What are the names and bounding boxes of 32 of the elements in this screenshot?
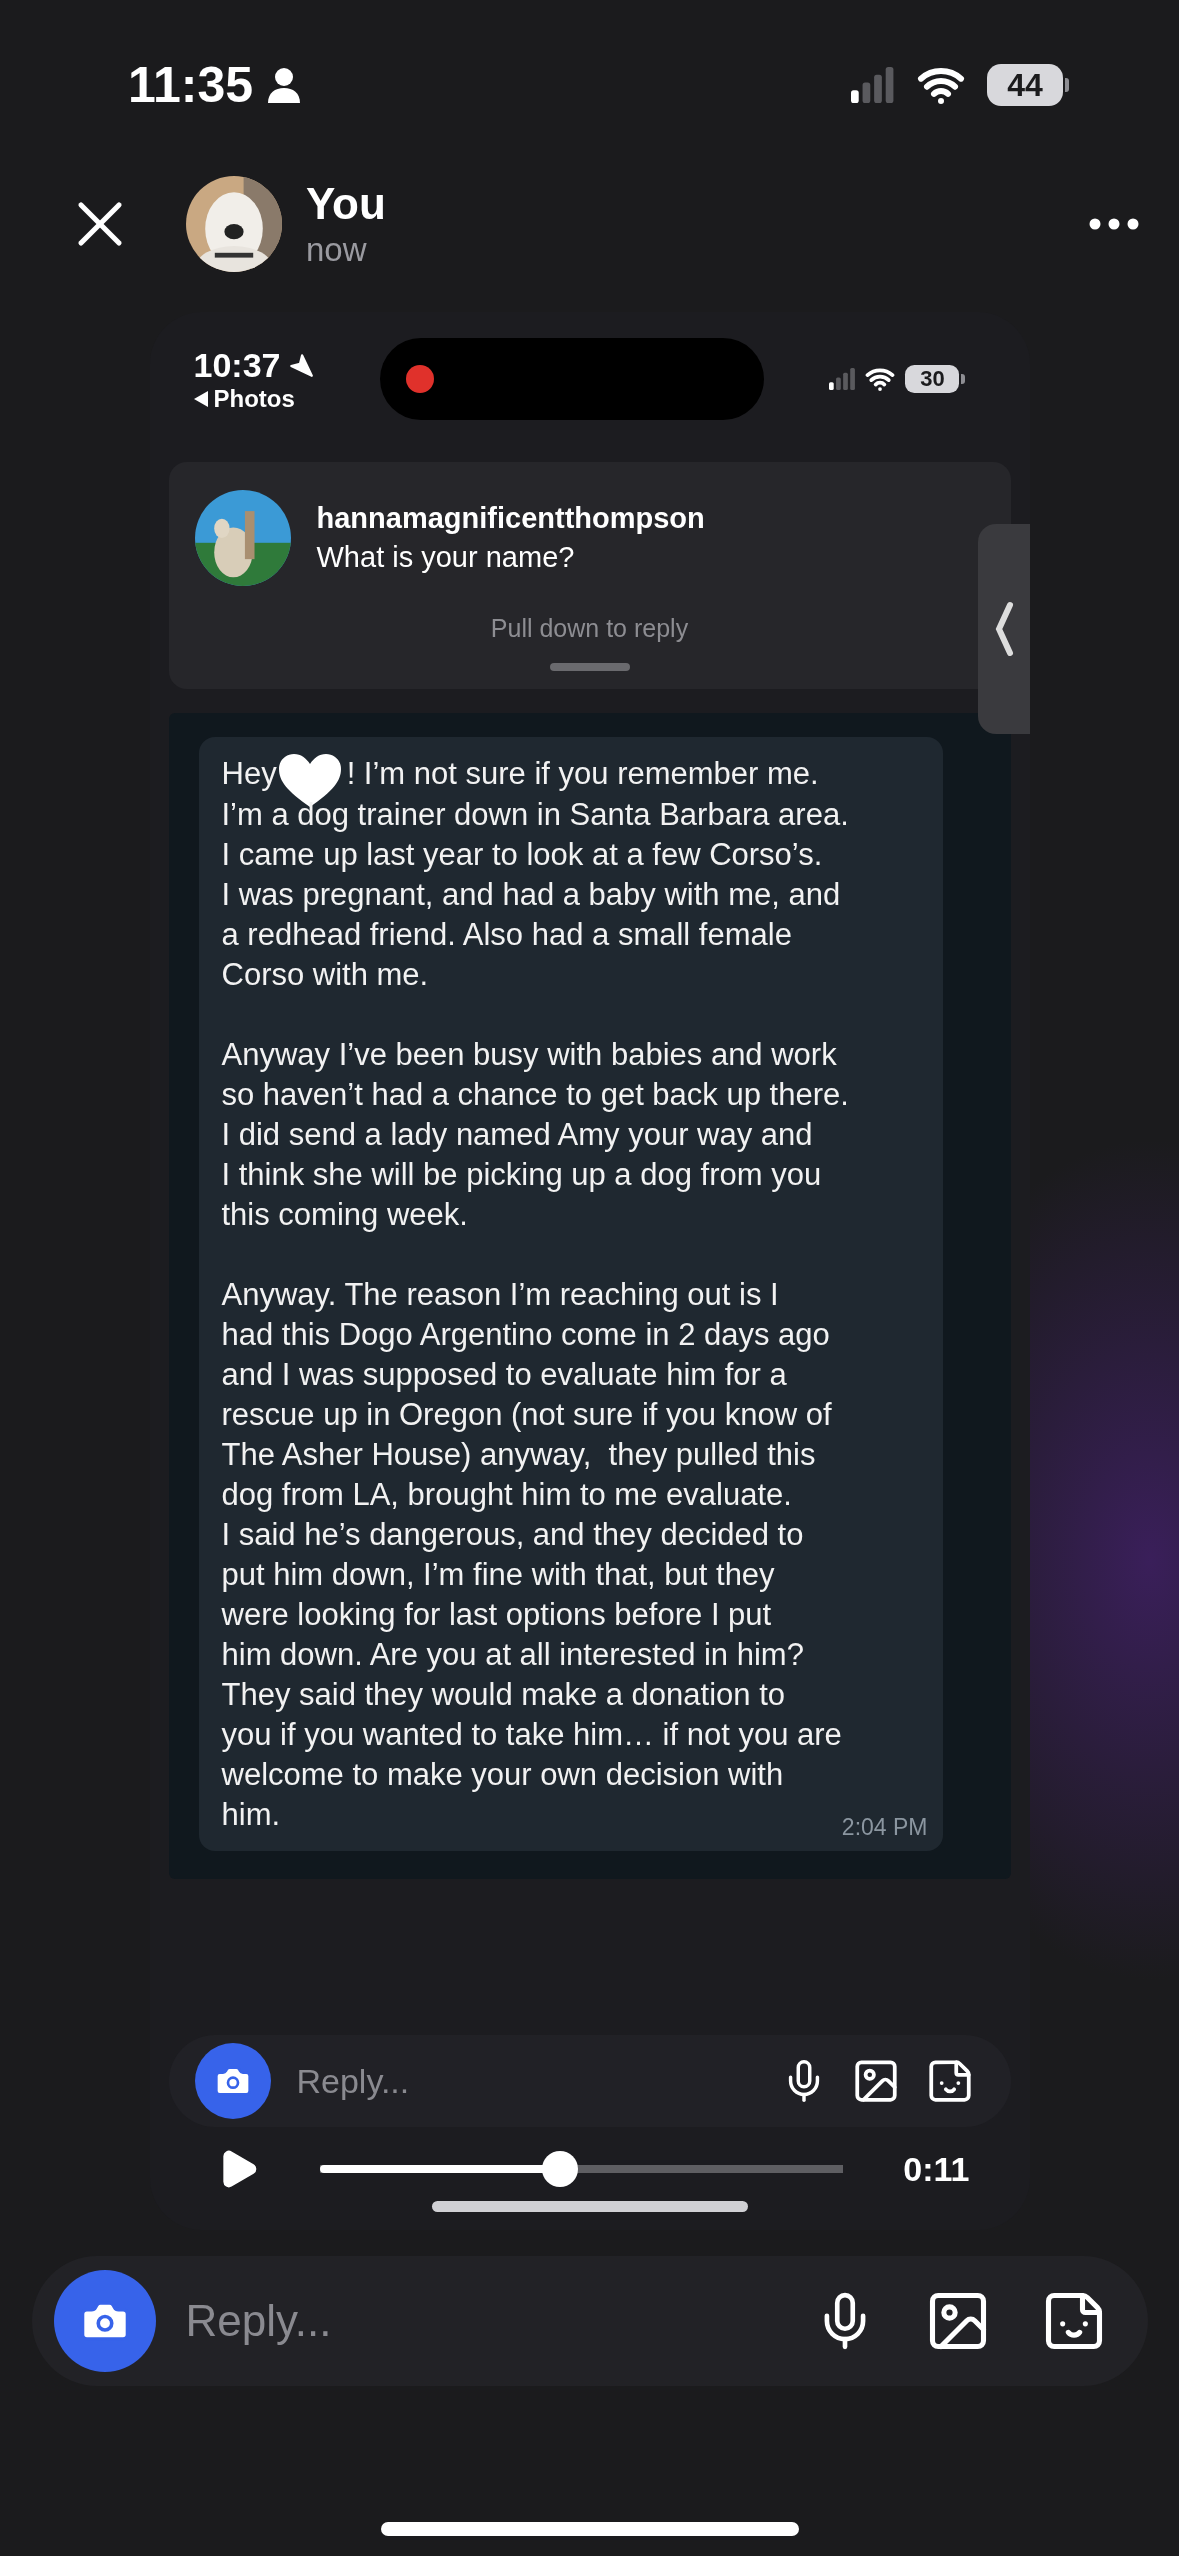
side-tab[interactable]	[977, 524, 1030, 734]
message-text: Hey	[221, 755, 277, 793]
person-icon	[267, 67, 302, 103]
playback-time: 0:11	[903, 2149, 970, 2189]
recording-dot	[405, 365, 434, 393]
signal-icon	[828, 368, 856, 390]
location-icon	[288, 352, 315, 378]
battery-indicator: 30	[905, 365, 960, 393]
battery-indicator: 44	[987, 64, 1063, 106]
notification-username: hannamagnificentthompson	[316, 502, 705, 535]
author-name: You	[306, 179, 386, 229]
message-text: ! I’m not sure if you remember me.	[346, 755, 819, 793]
message-text: I’m a dog trainer down in Santa Barbara area. I came up last year to look at a few Corso’s. I was pregnant, and had a baby with me, and a redhead friend. Also had a small female Corso with me.	[221, 796, 850, 994]
status-time: 10:37	[193, 345, 281, 385]
notification-banner[interactable]: hannamagnificentthompson What is your name? Pull down to reply	[168, 462, 1011, 689]
signal-icon	[851, 67, 895, 103]
message-time: 2:04 PM	[841, 1814, 928, 1841]
back-icon	[193, 390, 208, 407]
more-button[interactable]	[1089, 218, 1139, 230]
reply-field[interactable]: Reply...	[183, 2295, 786, 2347]
back-link[interactable]: Photos	[213, 384, 295, 413]
message-text: Anyway. The reason I’m reaching out is I had this Dogo Argentino come in 2 days ago and I was supposed to evaluate him for a rescue up in Oregon (not sure if you know of The Asher House) anyway, they pulled this dog from LA, brought him to me evaluate. I said he’s dangerous, and they decided to put him down, I’m fine with that, but they were looking for last options before I put him down. Are you at all interested in him? They said they would make a donation to you if you wanted to take him… if not you are welcome to make your own decision with him.	[221, 1276, 842, 1834]
progress-thumb[interactable]	[542, 2151, 579, 2187]
post-time: now	[306, 231, 368, 269]
message-text: Anyway I’ve been busy with babies and work so haven’t had a chance to get back up there. I did send a lady named Amy your way and I think she will be picking up a dog from you this coming week.	[221, 1036, 850, 1234]
pull-hint: Pull down to reply	[490, 614, 689, 643]
more-icon	[1089, 218, 1139, 230]
notification-message: What is your name?	[316, 541, 576, 574]
chevron-left-icon	[993, 601, 1014, 657]
reply-field[interactable]: Reply...	[294, 2060, 757, 2102]
status-time: 11:35	[128, 56, 254, 114]
grab-handle[interactable]	[549, 663, 630, 671]
